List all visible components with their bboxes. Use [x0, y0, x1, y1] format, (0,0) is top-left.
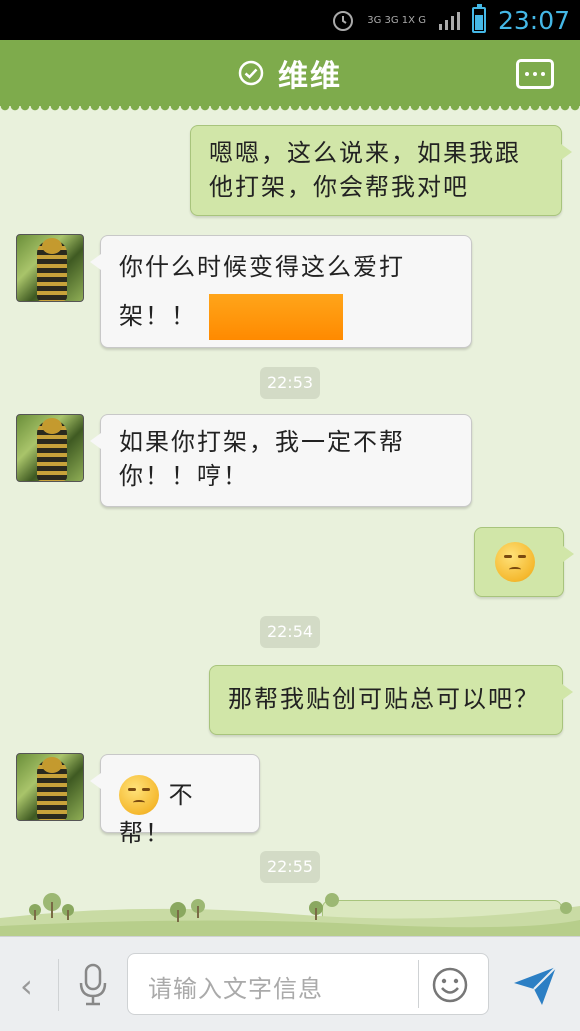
divider — [58, 959, 59, 1011]
chat-title: 维维 — [278, 59, 342, 94]
giggle-emoji-icon — [119, 775, 159, 815]
clock: 23:07 — [497, 5, 570, 35]
timestamp: 22:55 — [260, 851, 320, 883]
signal-icon — [438, 12, 460, 30]
avatar[interactable] — [16, 414, 84, 482]
battery-icon — [471, 4, 486, 33]
smiley-icon[interactable] — [431, 966, 469, 1004]
network-label: 3G 3G 1X G — [367, 14, 426, 26]
message-input[interactable]: 请输入文字信息 — [127, 953, 489, 1015]
chat-area[interactable]: 嗯嗯，这么说来，如果我跟 他打架，你会帮我对吧 你什么时候变得这么爱打 架！！ … — [0, 106, 580, 936]
divider — [418, 960, 419, 1008]
message-incoming[interactable]: 你什么时候变得这么爱打 架！！ — [90, 235, 472, 348]
landscape-decoration — [0, 893, 580, 936]
avatar[interactable] — [16, 234, 84, 302]
message-outgoing[interactable]: 那帮我贴创可贴总可以吧？ — [209, 665, 573, 735]
message-outgoing[interactable]: 嗯嗯，这么说来，如果我跟 他打架，你会帮我对吧 — [190, 125, 572, 216]
more-button[interactable] — [516, 59, 554, 89]
network-indicator: 3G 3G 1X G — [367, 15, 426, 26]
alarm-icon — [333, 11, 354, 31]
input-bar: ‹ 请输入文字信息 — [0, 936, 580, 1031]
chevron-left-icon[interactable]: ‹ — [20, 967, 33, 1005]
message-incoming[interactable]: 不帮！ — [90, 754, 260, 847]
embarrassed-emoji-icon — [495, 542, 535, 582]
more-icon — [525, 72, 529, 76]
check-circle-icon — [238, 60, 264, 86]
title-bar: 维维 — [0, 40, 580, 112]
status-bar: 3G 3G 1X G 23:07 — [0, 0, 580, 40]
avatar[interactable] — [16, 753, 84, 821]
message-outgoing[interactable] — [474, 527, 574, 597]
message-incoming[interactable]: 如果你打架，我一定不帮 你！！哼！ — [90, 414, 472, 507]
redacted-block — [209, 294, 343, 340]
timestamp: 22:54 — [260, 616, 320, 648]
send-icon[interactable] — [512, 963, 558, 1007]
input-placeholder: 请输入文字信息 — [148, 975, 323, 1003]
microphone-icon[interactable] — [76, 963, 110, 1007]
timestamp: 22:53 — [260, 367, 320, 399]
